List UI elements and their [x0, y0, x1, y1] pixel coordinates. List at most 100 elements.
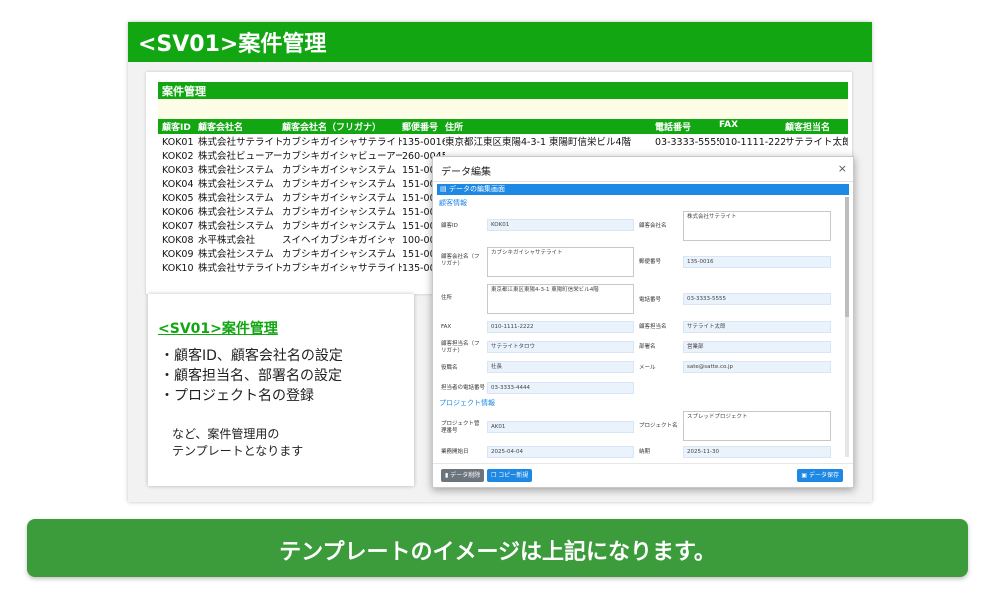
footer-banner: テンプレートのイメージは上記になります。 — [27, 519, 968, 577]
page-title-banner: <SV01>案件管理 — [128, 22, 872, 62]
table-cell: KOK07 — [162, 221, 194, 232]
column-header: 電話番号 — [655, 123, 692, 133]
save-button[interactable]: ▣ データ保存 — [797, 469, 843, 482]
table-cell: 株式会社ビューアー — [198, 151, 282, 162]
dialog-header: データ編集 × — [433, 157, 853, 182]
project-name-field[interactable]: スプレッドプロジェクト — [683, 411, 831, 441]
feature-list: ・顧客ID、顧客会社名の設定 ・顧客担当名、部署名の設定 ・プロジェクト名の登録 — [160, 346, 343, 406]
field-label: 顧客担当名 — [639, 324, 667, 330]
table-cell: KOK09 — [162, 249, 194, 260]
table-cell: カブシキガイシャシステム — [282, 193, 396, 204]
table-cell: スイヘイカブシキガイシャ — [282, 235, 397, 246]
field-label: FAX — [441, 324, 452, 330]
field-label: メール — [639, 365, 656, 371]
column-header: 顧客会社名（フリガナ） — [282, 123, 382, 133]
note-line: テンプレートとなります — [172, 444, 304, 458]
email-field[interactable]: sate@satte.co.jp — [683, 361, 831, 373]
table-cell: 株式会社サテライト — [198, 263, 282, 274]
field-label: 電話番号 — [639, 297, 662, 303]
table-cell: 010-1111-2222 — [719, 137, 785, 148]
position-field[interactable]: 社長 — [487, 361, 634, 373]
list-item: ・顧客担当名、部署名の設定 — [160, 368, 342, 384]
field-label: 顧客担当名（フリガナ） — [441, 341, 480, 354]
footer-text: テンプレートのイメージは上記になります。 — [279, 540, 716, 565]
dialog-subheader-label: データの編集画面 — [449, 185, 505, 193]
company-kana-field[interactable]: カブシキガイシャサテライト — [487, 247, 634, 277]
copy-button-label: コピー新規 — [498, 472, 529, 479]
table-cell: 株式会社システム — [198, 193, 274, 204]
column-header: 郵便番号 — [402, 123, 439, 133]
fax-field[interactable]: 010-1111-2222 — [487, 321, 634, 333]
customer-id-field[interactable]: KOK01 — [487, 219, 634, 231]
table-cell: KOK08 — [162, 235, 194, 246]
page-title: <SV01>案件管理 — [138, 32, 327, 57]
column-header: 顧客会社名 — [198, 123, 244, 133]
project-number-field[interactable]: AK01 — [487, 421, 634, 433]
dialog-subheader: ▤ データの編集画面 — [437, 184, 849, 195]
table-cell: サテライト太郎 — [785, 137, 848, 148]
note-line: など、案件管理用の — [172, 427, 280, 441]
phone-field[interactable]: 03-3333-5555 — [683, 293, 831, 305]
list-item: ・顧客ID、顧客会社名の設定 — [160, 348, 343, 364]
dialog-footer: ▮ データ削除 ❐ コピー新規 ▣ データ保存 — [433, 463, 853, 487]
field-label: 顧客会社名（フリガナ） — [441, 254, 480, 267]
contact-kana-field[interactable]: サテライトタロウ — [487, 341, 634, 353]
info-note: など、案件管理用の テンプレートとなります — [172, 426, 303, 460]
column-header: 顧客担当名 — [785, 123, 831, 133]
table-cell: カブシキガイシャシステム — [282, 249, 396, 260]
table-cell: KOK06 — [162, 207, 194, 218]
table-cell: KOK03 — [162, 165, 194, 176]
table-cell: 株式会社サテライト — [198, 137, 282, 148]
table-row: KOK01 株式会社サテライト カブシキガイシャサテライト 135-0016 東京都江東… — [158, 136, 848, 150]
save-button-label: データ保存 — [808, 472, 839, 479]
postal-code-field[interactable]: 135-0016 — [683, 256, 831, 268]
table-cell: 03-3333-5555 — [655, 137, 719, 148]
table-cell: カブシキガイシャビューアー — [282, 151, 402, 162]
table-cell: カブシキガイシャシステム — [282, 221, 396, 232]
delete-button-label: データ削除 — [450, 472, 481, 479]
field-label: 顧客ID — [441, 223, 458, 229]
info-title: <SV01>案件管理 — [158, 321, 278, 337]
close-icon[interactable]: × — [838, 162, 847, 175]
table-header: 顧客ID 顧客会社名 顧客会社名（フリガナ） 郵便番号 住所 電話番号 FAX … — [158, 119, 848, 134]
table-cell: 135-0016 — [402, 137, 445, 148]
department-field[interactable]: 営業部 — [683, 341, 831, 353]
scrollbar-thumb[interactable] — [845, 197, 849, 317]
scrollbar[interactable] — [845, 197, 849, 457]
document-icon: ▤ — [440, 185, 447, 193]
address-field[interactable]: 東京都江東区東陽4-3-1 東陽町信栄ビル4階 — [487, 284, 634, 314]
copy-new-button[interactable]: ❐ コピー新規 — [487, 469, 533, 482]
table-cell: カブシキガイシャシステム — [282, 165, 396, 176]
field-label: 納期 — [639, 449, 651, 455]
table-cell: カブシキガイシャシステム — [282, 179, 396, 190]
table-cell: 東京都江東区東陽4-3-1 東陽町信栄ビル4階 — [445, 137, 632, 148]
save-icon: ▣ — [801, 472, 809, 479]
company-name-field[interactable]: 株式会社サテライト — [683, 211, 831, 241]
field-label: 部署名 — [639, 344, 656, 350]
field-label: プロジェクト管理番号 — [441, 421, 480, 434]
dialog-title: データ編集 — [441, 167, 491, 178]
table-cell: カブシキガイシャサテライト — [282, 137, 402, 148]
start-date-field[interactable]: 2025-04-04 — [487, 446, 634, 458]
table-cell: 株式会社システム — [198, 179, 274, 190]
table-cell: カブシキガイシャシステム — [282, 207, 396, 218]
table-cell: KOK10 — [162, 263, 194, 274]
contact-phone-field[interactable]: 03-3333-4444 — [487, 382, 634, 394]
contact-name-field[interactable]: サテライト太郎 — [683, 321, 831, 333]
due-date-field[interactable]: 2025-11-30 — [683, 446, 831, 458]
table-cell: KOK02 — [162, 151, 194, 162]
table-cell: 水平株式会社 — [198, 235, 256, 246]
sheet-input-area — [158, 99, 848, 119]
screenshot-frame: <SV01>案件管理 案件管理 顧客ID 顧客会社名 顧客会社名（フリガナ） 郵… — [128, 22, 872, 502]
table-cell: 株式会社システム — [198, 207, 274, 218]
delete-button[interactable]: ▮ データ削除 — [441, 469, 485, 482]
column-header: 顧客ID — [162, 123, 191, 133]
table-cell: 株式会社システム — [198, 249, 274, 260]
field-label: 業務開始日 — [441, 449, 469, 455]
table-cell: KOK05 — [162, 193, 194, 204]
table-cell: 株式会社システム — [198, 165, 274, 176]
section-title-project: プロジェクト情報 — [439, 399, 495, 407]
section-title-customer: 顧客情報 — [439, 199, 467, 207]
table-cell: KOK04 — [162, 179, 194, 190]
field-label: 顧客会社名 — [639, 223, 667, 229]
